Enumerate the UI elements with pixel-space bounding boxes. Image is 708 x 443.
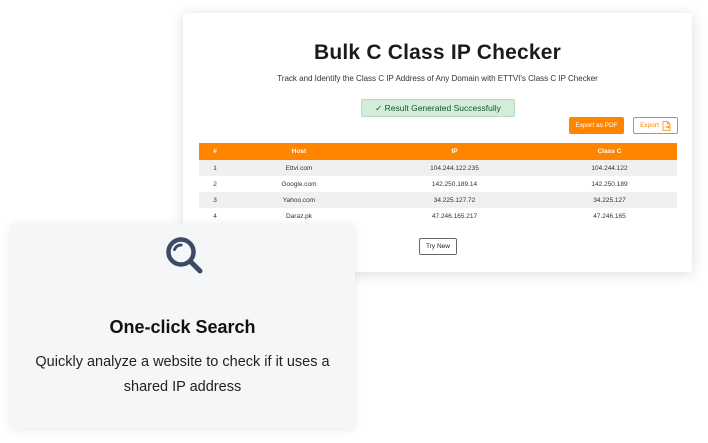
table-row: 1 Ettvi.com 104.244.122.235 104.244.122 [199,160,677,176]
row-number: 1 [199,160,231,176]
success-badge: ✓ Result Generated Successfully [361,99,515,117]
row-class-c: 142.250.189 [591,180,628,188]
export-button-label: Export [640,122,659,129]
row-number: 3 [199,192,231,208]
feature-card: One-click Search Quickly analyze a websi… [10,223,355,428]
column-header-class-c: Class C [542,143,677,160]
column-header-ip: IP [367,143,542,160]
page-title: Bulk C Class IP Checker [314,41,561,64]
table-row: 3 Yahoo.com 34.225.127.72 34.225.127 [199,192,677,208]
row-class-c: 47.246.165 [593,212,626,220]
export-file-icon [662,120,671,131]
export-button[interactable]: Export [633,117,678,134]
page-subtitle: Track and Identify the Class C IP Addres… [277,74,598,83]
page: Bulk C Class IP Checker Track and Identi… [0,0,708,443]
row-ip: 104.244.122.235 [367,160,542,176]
feature-description: Quickly analyze a website to check if it… [35,354,330,395]
row-host: Yahoo.com [231,192,367,208]
row-number: 2 [213,180,217,188]
table-row: 2 Google.com 142.250.189.14 142.250.189 [199,176,677,192]
export-pdf-button[interactable]: Export as PDF [569,117,624,134]
row-host: Google.com [281,180,317,188]
row-host: Daraz.pk [285,212,312,220]
ip-results-table: # Host IP Class C 1 Ettvi.com 104.244.12… [199,143,677,224]
search-icon [166,237,203,274]
try-new-button[interactable]: Try New [419,238,457,255]
row-ip: 34.225.127.72 [367,192,542,208]
feature-title: One-click Search [109,317,256,337]
column-header-number: # [199,143,231,160]
row-class-c: 34.225.127 [542,192,677,208]
row-class-c: 104.244.122 [542,160,677,176]
table-row: 4 Daraz.pk 47.246.165.217 47.246.165 [199,208,677,224]
table-header-row: # Host IP Class C [199,143,677,160]
row-ip: 142.250.189.14 [431,180,478,188]
column-header-host: Host [231,143,367,160]
row-ip: 47.246.165.217 [431,212,478,220]
row-number: 4 [213,212,217,220]
row-host: Ettvi.com [231,160,367,176]
